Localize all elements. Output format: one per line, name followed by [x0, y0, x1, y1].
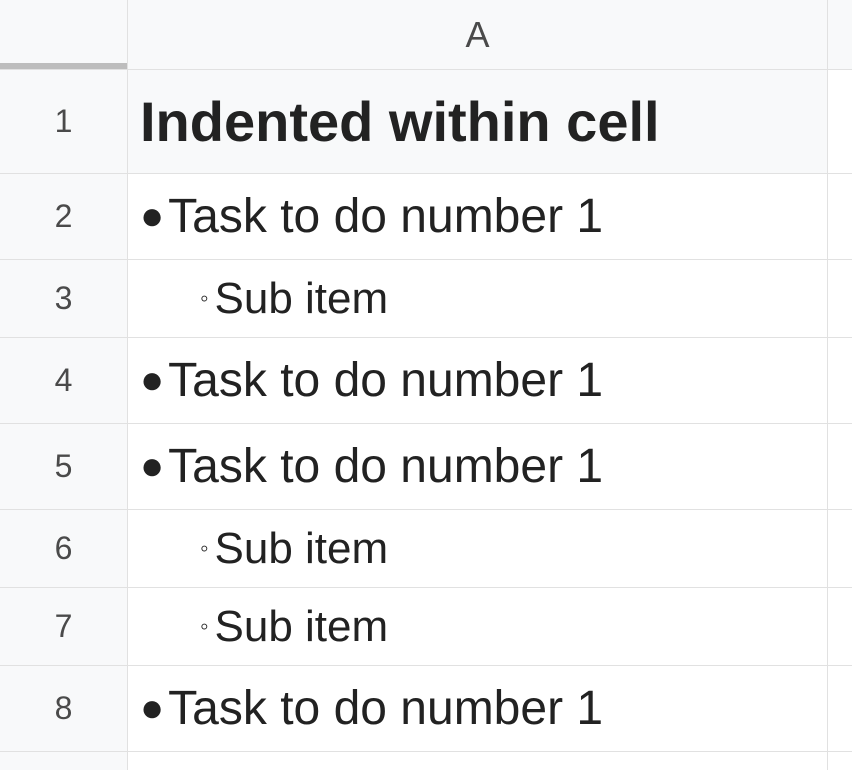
bullet-icon: ●: [140, 358, 164, 403]
cell-overflow-8: [828, 666, 852, 752]
circle-icon: ◦: [200, 285, 209, 313]
cell-A8[interactable]: ● Task to do number 1: [128, 666, 828, 752]
row-header-4[interactable]: 4: [0, 338, 128, 424]
cell-A4-text: Task to do number 1: [168, 353, 603, 408]
cell-A5[interactable]: ● Task to do number 1: [128, 424, 828, 510]
cell-overflow-6: [828, 510, 852, 588]
cell-A2[interactable]: ● Task to do number 1: [128, 174, 828, 260]
cell-A6[interactable]: ◦ Sub item: [128, 510, 828, 588]
column-header-overflow: [828, 0, 852, 70]
select-all-corner[interactable]: [0, 0, 128, 70]
cell-overflow-1: [828, 70, 852, 174]
circle-icon: ◦: [200, 613, 209, 641]
row-header-3[interactable]: 3: [0, 260, 128, 338]
cell-A7[interactable]: ◦ Sub item: [128, 588, 828, 666]
row-header-7[interactable]: 7: [0, 588, 128, 666]
cell-overflow-4: [828, 338, 852, 424]
spreadsheet-grid: A 1 Indented within cell 2 ● Task to do …: [0, 0, 852, 770]
bullet-icon: ●: [140, 444, 164, 489]
cell-overflow-3: [828, 260, 852, 338]
cell-overflow-9: [828, 752, 852, 770]
cell-A6-text: Sub item: [215, 524, 389, 574]
row-header-8[interactable]: 8: [0, 666, 128, 752]
cell-A5-text: Task to do number 1: [168, 439, 603, 494]
column-header-A[interactable]: A: [128, 0, 828, 70]
cell-A2-text: Task to do number 1: [168, 189, 603, 244]
cell-A3-text: Sub item: [215, 274, 389, 324]
bullet-icon: ●: [140, 686, 164, 731]
row-header-9[interactable]: [0, 752, 128, 770]
cell-A9[interactable]: [128, 752, 828, 770]
cell-overflow-7: [828, 588, 852, 666]
row-header-2[interactable]: 2: [0, 174, 128, 260]
cell-A1-text: Indented within cell: [140, 89, 660, 154]
cell-A4[interactable]: ● Task to do number 1: [128, 338, 828, 424]
row-header-5[interactable]: 5: [0, 424, 128, 510]
cell-A8-text: Task to do number 1: [168, 681, 603, 736]
cell-overflow-2: [828, 174, 852, 260]
row-header-1[interactable]: 1: [0, 70, 128, 174]
cell-A1[interactable]: Indented within cell: [128, 70, 828, 174]
bullet-icon: ●: [140, 194, 164, 239]
cell-A3[interactable]: ◦ Sub item: [128, 260, 828, 338]
row-header-6[interactable]: 6: [0, 510, 128, 588]
cell-A7-text: Sub item: [215, 602, 389, 652]
cell-overflow-5: [828, 424, 852, 510]
circle-icon: ◦: [200, 535, 209, 563]
